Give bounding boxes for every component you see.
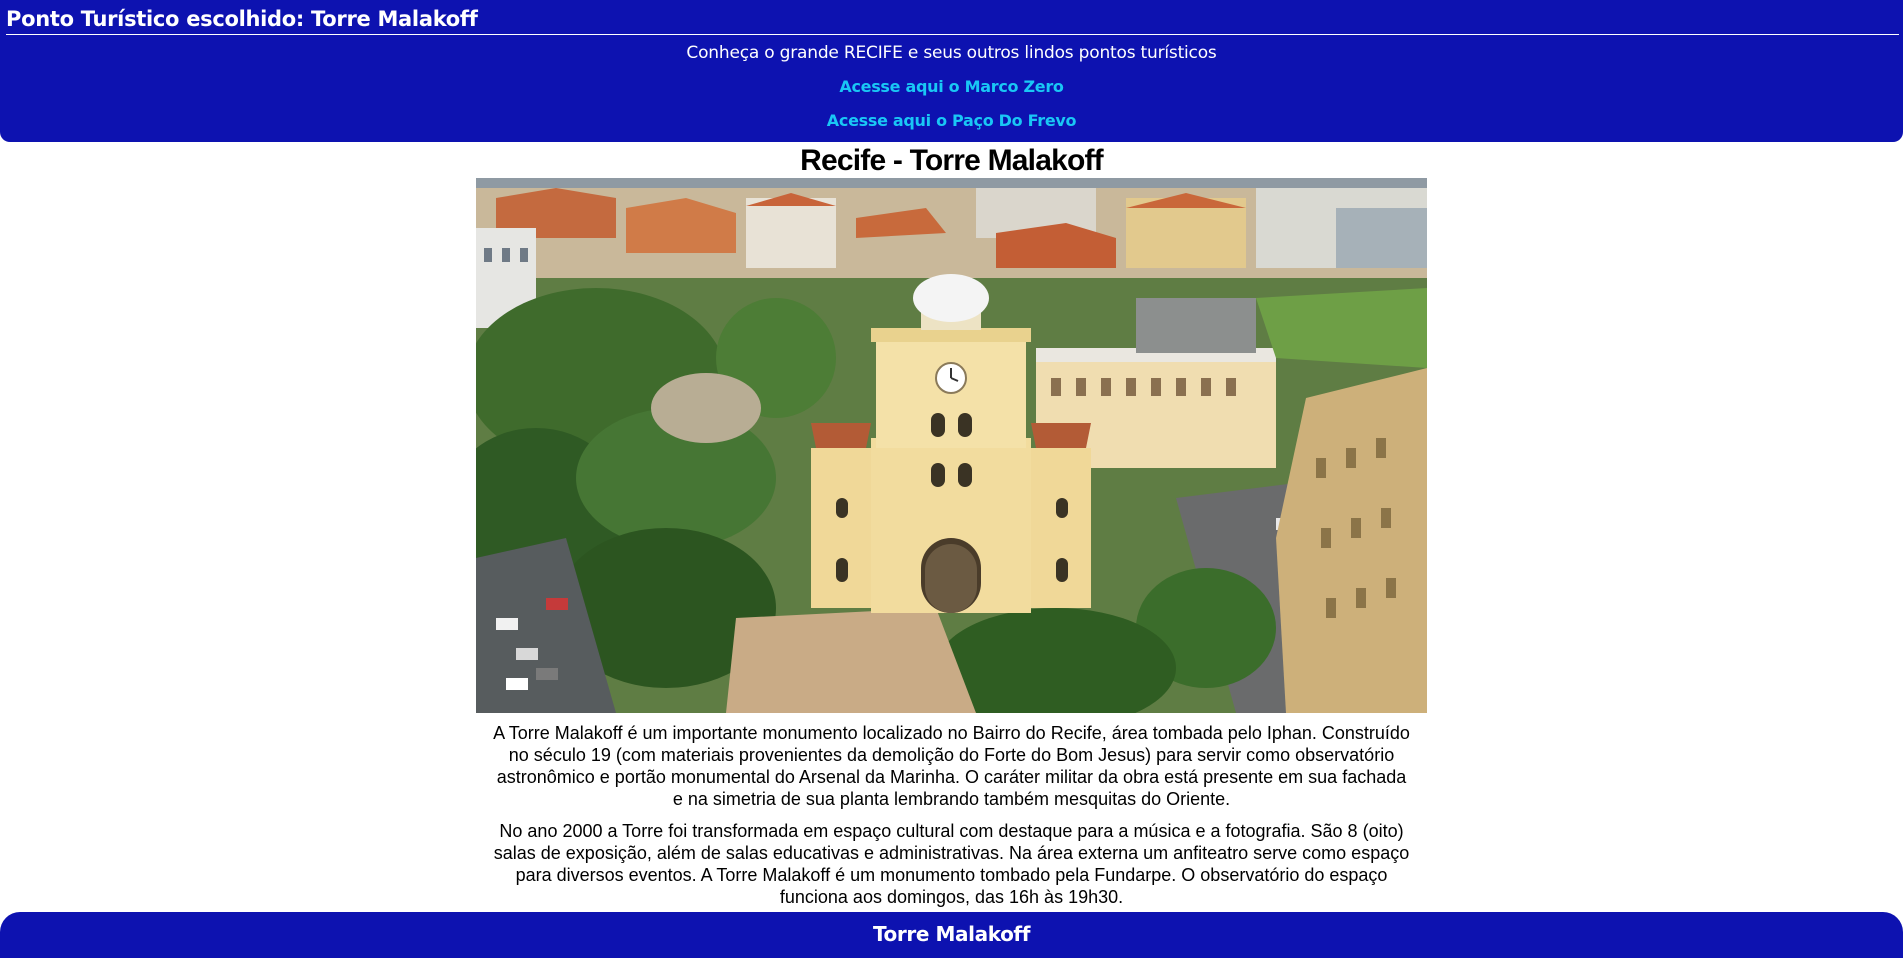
header-divider <box>6 34 1899 35</box>
header-title: Ponto Turístico escolhido: Torre Malakof… <box>6 7 478 31</box>
page-footer: Torre Malakoff <box>0 912 1903 958</box>
link-marco-zero-row: Acesse aqui o Marco Zero <box>0 76 1903 98</box>
description-paragraph-1: A Torre Malakoff é um importante monumen… <box>493 723 1410 809</box>
description: A Torre Malakoff é um importante monumen… <box>490 722 1413 918</box>
link-marco-zero[interactable]: Acesse aqui o Marco Zero <box>839 77 1064 96</box>
link-paco-do-frevo[interactable]: Acesse aqui o Paço Do Frevo <box>827 111 1077 130</box>
page-header: Ponto Turístico escolhido: Torre Malakof… <box>0 0 1903 142</box>
footer-title: Torre Malakoff <box>872 922 1031 946</box>
page-title: Recife - Torre Malakoff <box>800 144 1104 177</box>
torre-malakoff-photo <box>476 178 1427 713</box>
header-subtitle: Conheça o grande RECIFE e seus outros li… <box>686 43 1217 63</box>
description-paragraph-2: No ano 2000 a Torre foi transformada em … <box>493 821 1410 907</box>
link-paco-do-frevo-row: Acesse aqui o Paço Do Frevo <box>0 110 1903 132</box>
